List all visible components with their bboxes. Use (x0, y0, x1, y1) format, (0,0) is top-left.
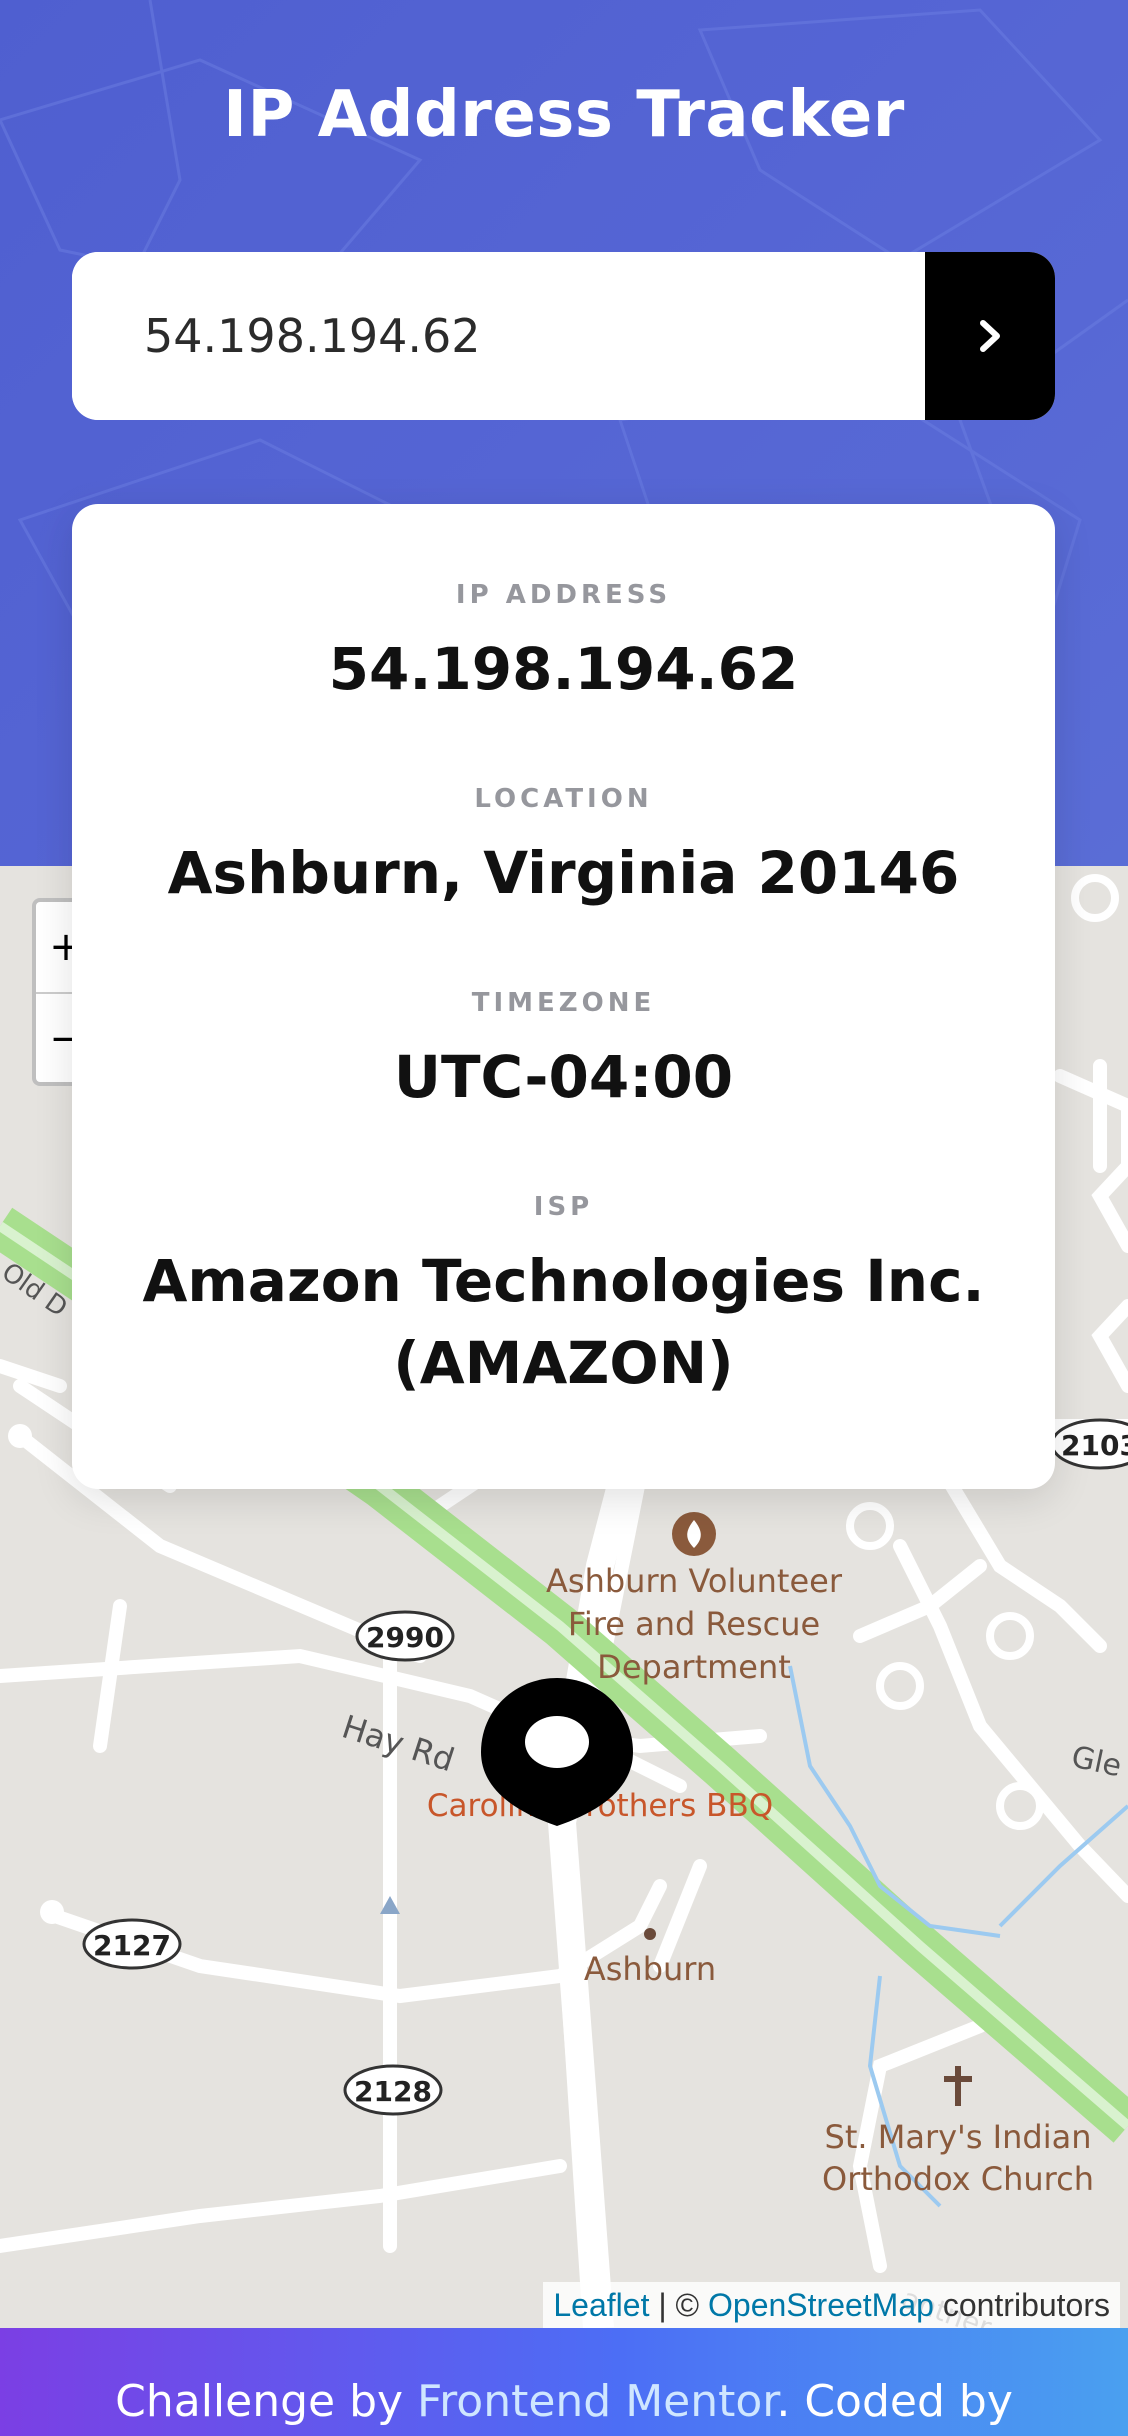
location-value: Ashburn, Virginia 20146 (167, 839, 960, 907)
ip-address-value: 54.198.194.62 (328, 635, 799, 703)
isp-value-line1: Amazon Technologies Inc. (142, 1247, 985, 1315)
footer-middle: . Coded by (776, 2376, 1013, 2427)
attribution-suffix: contributors (933, 2287, 1110, 2323)
timezone-label: TIMEZONE (471, 988, 656, 1018)
chevron-right-icon (980, 320, 1000, 352)
footer-prefix: Challenge by (115, 2376, 418, 2427)
shield-2128-text: 2128 (354, 2075, 432, 2108)
page-title: IP Address Tracker (223, 78, 905, 152)
isp-value-line2: (AMAZON) (393, 1329, 734, 1397)
timezone-value: UTC-04:00 (393, 1043, 734, 1111)
poi-church-line2: Orthodox Church (822, 2160, 1094, 2198)
ip-info-card: IP ADDRESS 54.198.194.62 LOCATION Ashbur… (72, 504, 1055, 1489)
poi-fire-dept-line2: Fire and Rescue (568, 1605, 820, 1643)
town-ashburn: Ashburn (584, 1950, 716, 1988)
shield-2990-text: 2990 (366, 1621, 444, 1654)
shield-2128: 2128 (343, 2064, 443, 2116)
footer: Challenge by Frontend Mentor. Coded by (0, 2328, 1128, 2436)
shield-2103-text: 2103 (1061, 1429, 1128, 1462)
poi-fire-dept-line3: Department (597, 1648, 791, 1686)
search-submit-button[interactable] (925, 252, 1055, 420)
footer-text: Challenge by Frontend Mentor. Coded by (0, 2380, 1128, 2424)
isp-label: ISP (533, 1192, 594, 1222)
fire-station-icon (672, 1512, 716, 1556)
town-dot-icon (644, 1928, 656, 1940)
poi-fire-dept-line1: Ashburn Volunteer (546, 1562, 843, 1600)
shield-2990: 2990 (355, 1610, 455, 1662)
leaflet-link[interactable]: Leaflet (553, 2287, 649, 2323)
ip-address-label: IP ADDRESS (455, 580, 672, 610)
shield-2103: 2103 (1050, 1418, 1128, 1470)
frontend-mentor-link[interactable]: Frontend Mentor (417, 2376, 776, 2427)
map-attribution: Leaflet | © OpenStreetMap contributors (543, 2282, 1120, 2328)
osm-link[interactable]: OpenStreetMap (708, 2287, 934, 2323)
location-label: LOCATION (474, 784, 653, 814)
poi-church-line1: St. Mary's Indian (825, 2118, 1092, 2156)
attribution-separator: | © (649, 2287, 709, 2323)
shield-2127-text: 2127 (93, 1929, 171, 1962)
shield-2127: 2127 (82, 1918, 182, 1970)
ip-search-input[interactable] (72, 252, 925, 420)
search-bar (72, 252, 1055, 420)
